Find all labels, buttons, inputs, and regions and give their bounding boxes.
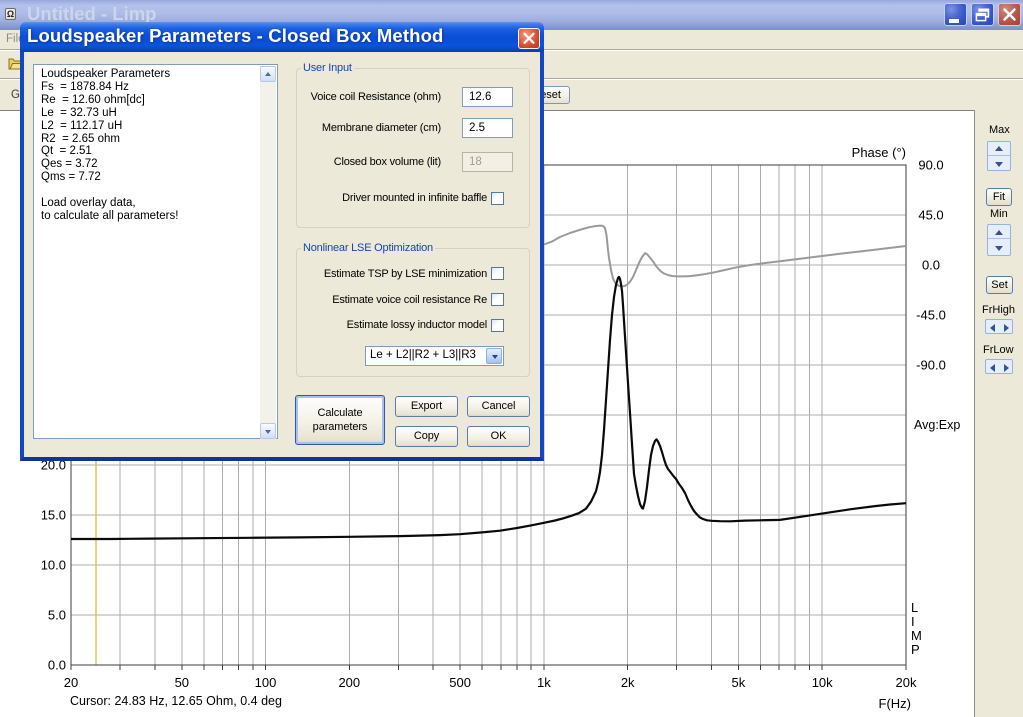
svg-text:Phase (°): Phase (°)	[852, 145, 906, 160]
svg-text:45.0: 45.0	[918, 208, 943, 223]
svg-text:10k: 10k	[812, 675, 833, 690]
svg-text:P: P	[911, 642, 920, 657]
svg-text:200: 200	[338, 675, 360, 690]
svg-text:I: I	[911, 614, 915, 629]
svg-text:M: M	[911, 628, 922, 643]
svg-text:1k: 1k	[537, 675, 551, 690]
svg-text:50: 50	[175, 675, 189, 690]
svg-text:5k: 5k	[732, 675, 746, 690]
svg-text:500: 500	[449, 675, 471, 690]
svg-text:0.0: 0.0	[922, 258, 940, 273]
svg-text:F(Hz): F(Hz)	[879, 696, 912, 711]
svg-text:100: 100	[255, 675, 277, 690]
svg-text:-45.0: -45.0	[916, 308, 946, 323]
svg-text:20k: 20k	[896, 675, 917, 690]
svg-text:Cursor: 24.83 Hz, 12.65 Ohm, 0: Cursor: 24.83 Hz, 12.65 Ohm, 0.4 deg	[70, 694, 282, 708]
svg-text:10.0: 10.0	[41, 558, 66, 573]
svg-text:20: 20	[64, 675, 78, 690]
svg-text:L: L	[911, 600, 918, 615]
svg-text:0.0: 0.0	[48, 658, 66, 673]
svg-text:90.0: 90.0	[918, 158, 943, 173]
svg-text:15.0: 15.0	[41, 508, 66, 523]
svg-text:5.0: 5.0	[48, 608, 66, 623]
svg-text:2k: 2k	[621, 675, 635, 690]
svg-text:-90.0: -90.0	[916, 358, 946, 373]
svg-text:Avg:Exp: Avg:Exp	[914, 418, 960, 432]
